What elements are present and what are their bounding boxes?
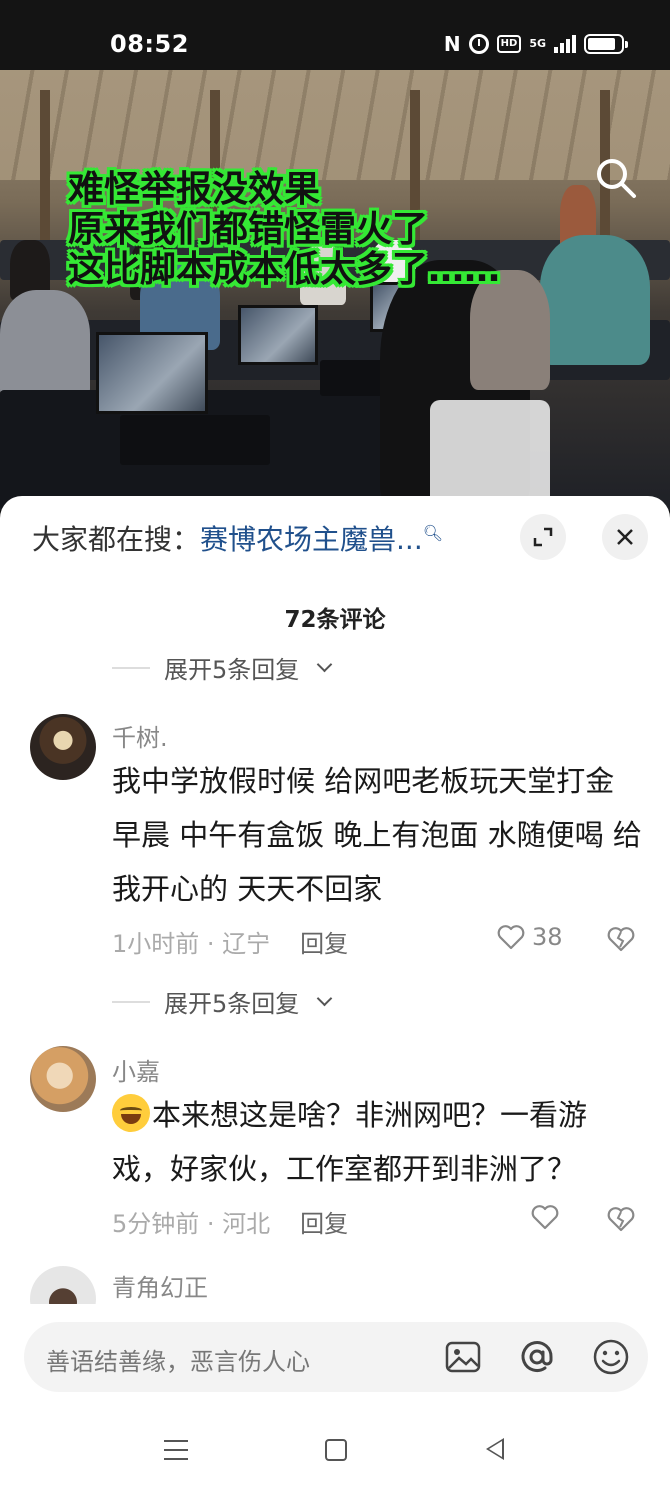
comment-text: 本来想这是啥？非洲网吧？一看游戏，好家伙，工作室都开到非洲了？ <box>112 1098 588 1186</box>
status-bar: 08:52 N HD 5G <box>0 0 670 70</box>
close-icon <box>617 529 633 545</box>
status-icons: N HD 5G <box>443 32 628 56</box>
video-caption: 难怪举报没效果 原来我们都错怪雷火了 这比脚本成本低太多了…… <box>68 170 500 290</box>
reply-button[interactable]: 回复 <box>300 1204 348 1239</box>
comment-count: 72条评论 <box>284 607 386 633</box>
small-search-icon: 🔍︎ <box>422 523 444 543</box>
caption-line: 难怪举报没效果 <box>68 169 321 210</box>
battery-icon <box>584 34 628 54</box>
photo-person <box>0 290 90 400</box>
back-icon[interactable] <box>486 1438 504 1460</box>
expand-icon <box>533 527 553 547</box>
system-nav-bar <box>0 1410 670 1490</box>
chevron-down-icon <box>317 656 333 673</box>
alarm-icon <box>468 34 489 54</box>
like-button[interactable]: 38 <box>496 922 563 952</box>
divider <box>112 1000 150 1003</box>
home-icon[interactable] <box>325 1439 347 1461</box>
comment-meta: 5分钟前 · 河北 回复 <box>112 1204 348 1239</box>
expand-replies[interactable]: 展开5条回复 <box>112 984 333 1019</box>
comment-body: 本来想这是啥？非洲网吧？一看游戏，好家伙，工作室都开到非洲了？ <box>112 1088 642 1196</box>
grinning-sweat-emoji-icon <box>112 1094 150 1132</box>
trending-search[interactable]: 大家都在搜：赛博农场主魔兽...🔍︎ <box>32 518 492 558</box>
avatar[interactable] <box>30 1046 96 1112</box>
comment-input-placeholder: 善语结善缘，恶言伤人心 <box>46 1348 310 1376</box>
video-media[interactable]: 难怪举报没效果 原来我们都错怪雷火了 这比脚本成本低太多了…… <box>0 70 670 510</box>
comment-text: 我中学放假时候 给网吧老板玩天堂打金 早晨 中午有盒饭 晚上有泡面 水随便喝 给… <box>112 764 642 906</box>
expand-replies[interactable]: 展开5条回复 <box>112 650 333 685</box>
comment-partial: 青角幻正 <box>0 1256 670 1304</box>
photo-keyboard <box>120 415 270 465</box>
like-button[interactable] <box>530 1202 566 1232</box>
at-icon[interactable] <box>518 1338 556 1376</box>
search-icon[interactable] <box>594 156 638 200</box>
photo-laptop <box>238 305 318 365</box>
heart-icon <box>497 925 525 950</box>
image-icon[interactable] <box>444 1338 482 1376</box>
menu-icon[interactable] <box>164 1440 188 1460</box>
avatar[interactable] <box>30 714 96 780</box>
comment-username[interactable]: 小嘉 <box>112 1052 160 1087</box>
network-label: 5G <box>529 37 546 50</box>
close-button[interactable] <box>602 514 648 560</box>
trending-prefix: 大家都在搜： <box>32 523 201 556</box>
avatar[interactable] <box>30 1266 96 1304</box>
comment-username[interactable]: 千树. <box>112 718 168 753</box>
photo-chair <box>430 400 550 510</box>
dislike-icon[interactable] <box>606 924 636 954</box>
photo-laptop <box>96 332 208 414</box>
hd-icon: HD <box>496 35 522 53</box>
like-count: 38 <box>532 923 563 951</box>
chevron-down-icon <box>317 990 333 1007</box>
expand-button[interactable] <box>520 514 566 560</box>
reply-button[interactable]: 回复 <box>300 924 348 959</box>
caption-line: 这比脚本成本低太多了…… <box>68 249 501 290</box>
caption-line: 原来我们都错怪雷火了 <box>68 209 429 250</box>
comment-username[interactable]: 青角幻正 <box>112 1268 208 1303</box>
photo-roof <box>0 70 670 180</box>
signal-icon <box>554 35 576 53</box>
divider <box>112 666 150 669</box>
trending-keyword[interactable]: 赛博农场主魔兽... <box>200 523 423 556</box>
comment-meta: 1小时前 · 辽宁 回复 <box>112 924 348 959</box>
comment-time-location: 1小时前 · 辽宁 <box>112 930 271 958</box>
heart-icon <box>531 1205 559 1230</box>
expand-replies-label: 展开5条回复 <box>164 990 300 1018</box>
comment-time-location: 5分钟前 · 河北 <box>112 1210 271 1238</box>
photo-person <box>540 235 650 365</box>
dislike-icon[interactable] <box>606 1204 636 1234</box>
status-time: 08:52 <box>110 30 189 58</box>
comment-input[interactable]: 善语结善缘，恶言伤人心 <box>24 1322 648 1392</box>
emoji-icon[interactable] <box>592 1338 630 1376</box>
expand-replies-label: 展开5条回复 <box>164 656 300 684</box>
nfc-icon: N <box>443 32 461 56</box>
